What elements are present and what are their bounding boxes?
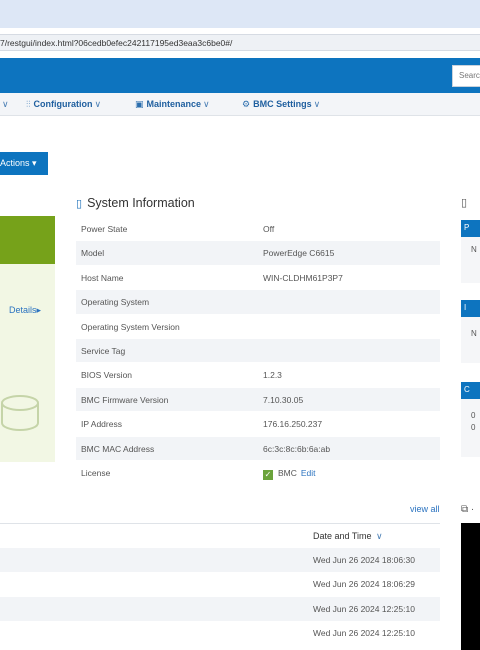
address-url[interactable]: 7/restgui/index.html?06cedb0efec24211719…	[0, 38, 232, 48]
system-info-row: Model PowerEdge C6615	[76, 241, 440, 266]
log-row[interactable]: Wed Jun 26 2024 18:06:29	[0, 572, 440, 597]
log-row[interactable]: Wed Jun 26 2024 12:25:10	[0, 621, 440, 646]
chevron-down-icon: ∨	[376, 531, 383, 541]
date-time-column-header[interactable]: Date and Time ∨	[313, 531, 383, 542]
browser-tab-strip	[0, 0, 480, 28]
system-info-row: BIOS Version 1.2.3	[76, 363, 440, 388]
system-info-row: Operating System	[76, 290, 440, 315]
server-image	[1, 395, 39, 431]
log-row[interactable]: Wed Jun 26 2024 18:06:30	[0, 548, 440, 573]
actions-button[interactable]: Actions ▾	[0, 152, 48, 175]
system-info-row: IP Address 176.16.250.237	[76, 412, 440, 437]
panel-text: 0	[471, 423, 476, 432]
gears-icon: ⚙	[242, 99, 251, 109]
system-information-title: ▯ System Information	[76, 196, 195, 210]
menu-overflow-chevron[interactable]: ∨	[0, 99, 9, 110]
license-row: License ✓ BMC Edit	[76, 461, 440, 486]
maintenance-icon: ▣	[135, 99, 144, 109]
system-info-value: Off	[263, 224, 275, 234]
license-value: ✓ BMC Edit	[263, 468, 316, 480]
caret-down-icon: ▾	[32, 158, 37, 168]
details-link[interactable]: Details▸	[9, 305, 41, 316]
log-date: Wed Jun 26 2024 18:06:29	[313, 579, 415, 590]
clipboard-icon: ▯	[461, 197, 468, 209]
log-date: Wed Jun 26 2024 12:25:10	[313, 628, 415, 639]
view-all-link[interactable]: view all	[410, 504, 440, 514]
search-input[interactable]: Search	[452, 65, 480, 87]
system-info-value: PowerEdge C6615	[263, 248, 335, 259]
system-info-value: 7.10.30.05	[263, 394, 304, 405]
health-status-bar	[0, 216, 55, 264]
panel-text: 0	[471, 411, 476, 420]
system-info-value: 176.16.250.237	[263, 419, 323, 430]
checkbox-icon: ✓	[263, 470, 273, 480]
chevron-down-icon: ∨	[2, 99, 9, 109]
menu-bmc-settings[interactable]: ⚙ BMC Settings ∨	[242, 99, 320, 110]
log-table-header: Date and Time ∨	[0, 523, 440, 547]
right-panel-column: ▯ P N I N C 0 0	[461, 196, 480, 460]
log-date: Wed Jun 26 2024 12:25:10	[313, 603, 415, 614]
chevron-down-icon: ∨	[94, 99, 102, 109]
chevron-down-icon: ∨	[203, 99, 210, 109]
panel-header: I	[461, 300, 480, 317]
main-menu: ∨ ⫶⫶ Configuration ∨ ▣ Maintenance ∨ ⚙ BMC Se…	[0, 93, 480, 116]
panel-header: P	[461, 220, 480, 237]
system-info-key: Power State	[81, 224, 128, 234]
system-info-key: Service Tag	[81, 346, 126, 356]
panel-body	[461, 317, 480, 363]
panel-text: N	[471, 245, 477, 254]
system-info-key: BMC Firmware Version	[81, 394, 169, 405]
system-info-key: BIOS Version	[81, 370, 133, 381]
system-info-key: Operating System	[81, 297, 150, 308]
panel-body	[461, 237, 480, 283]
system-info-row: Service Tag	[76, 339, 440, 364]
panel-header: C	[461, 382, 480, 399]
log-row[interactable]: Wed Jun 26 2024 12:25:10	[0, 596, 440, 622]
system-info-value: 1.2.3	[263, 370, 282, 381]
system-info-value: 6c:3c:8c:6b:6a:ab	[263, 443, 331, 454]
system-info-row: Host Name WIN-CLDHM61P3P7	[76, 265, 440, 291]
system-info-key: Model	[81, 248, 105, 259]
system-info-key: IP Address	[81, 419, 122, 430]
server-summary-panel: Details▸	[0, 216, 55, 462]
virtual-console-preview[interactable]	[461, 523, 480, 650]
sliders-icon: ⫶⫶	[26, 99, 31, 109]
address-bar[interactable]: 7/restgui/index.html?06cedb0efec24211719…	[0, 34, 480, 51]
menu-maintenance[interactable]: ▣ Maintenance ∨	[135, 99, 210, 110]
license-key: License	[81, 468, 111, 478]
system-info-row: BMC MAC Address 6c:3c:8c:6b:6a:ab	[76, 436, 440, 461]
chevron-down-icon: ∨	[313, 99, 321, 109]
virtual-console-icon: ⧉ ·	[461, 504, 475, 515]
system-info-row: BMC Firmware Version 7.10.30.05	[76, 387, 440, 413]
panel-text: N	[471, 329, 477, 338]
caret-right-icon: ▸	[36, 305, 42, 315]
system-info-key: BMC MAC Address	[81, 443, 155, 454]
app-header: Search	[0, 58, 480, 93]
system-info-row: Power State Off	[76, 217, 440, 242]
license-edit-link[interactable]: Edit	[301, 468, 316, 478]
menu-configuration[interactable]: ⫶⫶ Configuration ∨	[26, 99, 101, 110]
document-icon: ▯	[76, 198, 83, 210]
system-info-key: Operating System Version	[81, 321, 180, 332]
system-info-key: Host Name	[81, 272, 124, 283]
system-info-row: Operating System Version	[76, 314, 440, 339]
log-date: Wed Jun 26 2024 18:06:30	[313, 555, 415, 565]
system-info-value: WIN-CLDHM61P3P7	[263, 272, 343, 283]
